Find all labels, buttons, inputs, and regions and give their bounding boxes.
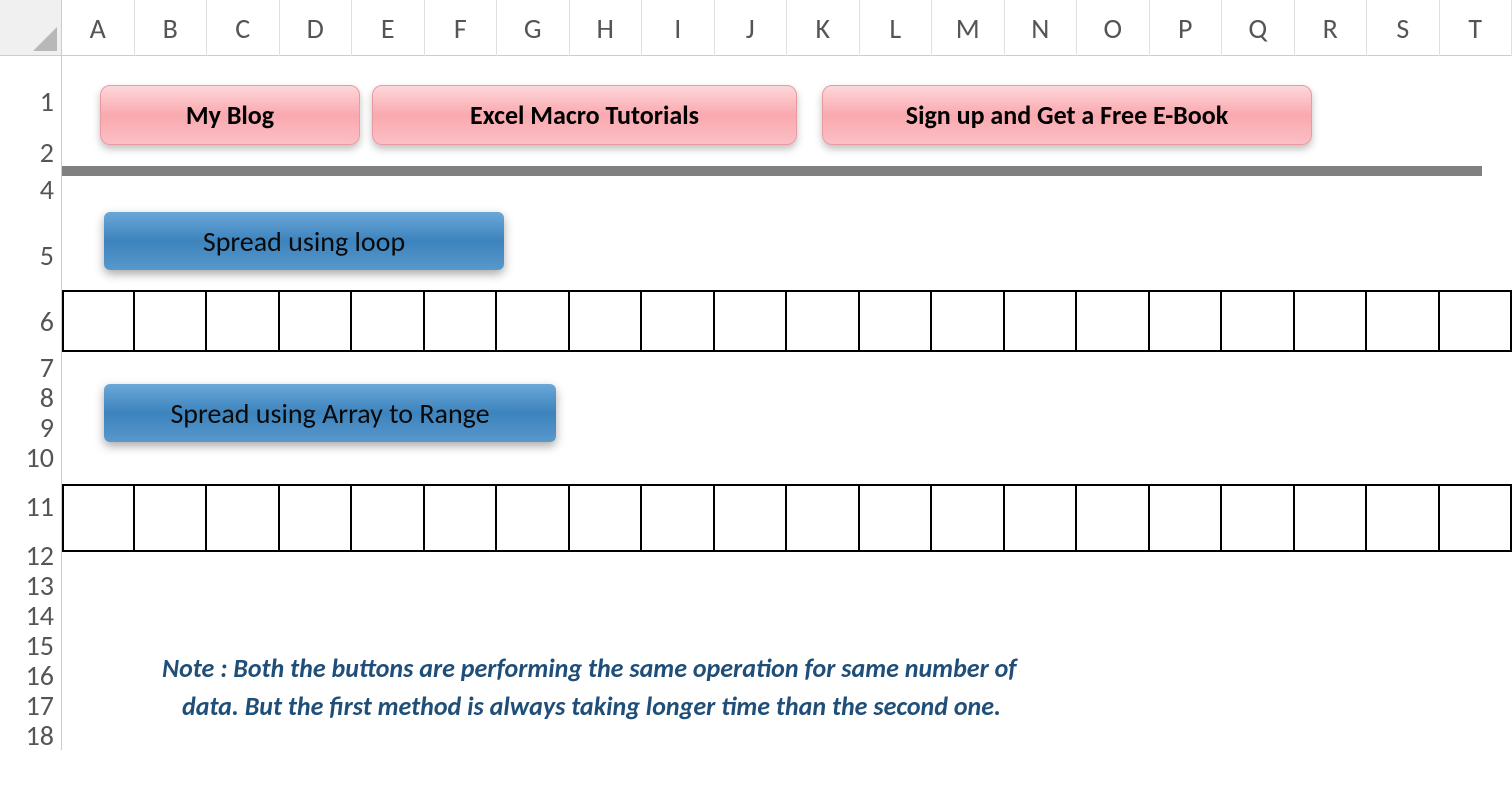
cell[interactable] — [1222, 486, 1295, 550]
column-header-k[interactable]: K — [787, 0, 860, 56]
cell[interactable] — [425, 486, 498, 550]
excel-macro-tutorials-button[interactable]: Excel Macro Tutorials — [372, 85, 797, 145]
cell[interactable] — [135, 486, 208, 550]
column-header-r[interactable]: R — [1295, 0, 1368, 56]
column-headers: ABCDEFGHIJKLMNOPQRST — [62, 0, 1512, 56]
note-line-2: data. But the first method is always tak… — [182, 690, 1001, 722]
row-header-17[interactable]: 17 — [0, 690, 62, 720]
cell[interactable] — [1150, 292, 1223, 350]
cell[interactable] — [787, 486, 860, 550]
row-header-11[interactable]: 11 — [0, 472, 62, 540]
cell[interactable] — [570, 292, 643, 350]
column-header-b[interactable]: B — [135, 0, 208, 56]
cell[interactable] — [352, 292, 425, 350]
row-header-2[interactable]: 2 — [0, 146, 62, 158]
row-header-18[interactable]: 18 — [0, 720, 62, 750]
cell[interactable] — [715, 292, 788, 350]
divider-bar — [62, 166, 1482, 176]
row-header-8[interactable]: 8 — [0, 382, 62, 412]
loop-output-row — [62, 290, 1512, 352]
column-header-n[interactable]: N — [1005, 0, 1078, 56]
row-header-1[interactable]: 1 — [0, 56, 62, 146]
cell[interactable] — [787, 292, 860, 350]
column-header-c[interactable]: C — [207, 0, 280, 56]
array-output-row — [62, 484, 1512, 552]
cell[interactable] — [1005, 486, 1078, 550]
column-header-p[interactable]: P — [1150, 0, 1223, 56]
cell[interactable] — [570, 486, 643, 550]
cell[interactable] — [135, 292, 208, 350]
cell[interactable] — [352, 486, 425, 550]
column-header-e[interactable]: E — [352, 0, 425, 56]
cell[interactable] — [642, 292, 715, 350]
row-header-16[interactable]: 16 — [0, 660, 62, 690]
row-header-5[interactable]: 5 — [0, 220, 62, 290]
cell[interactable] — [1295, 486, 1368, 550]
column-header-f[interactable]: F — [425, 0, 498, 56]
column-header-o[interactable]: O — [1077, 0, 1150, 56]
cell[interactable] — [497, 292, 570, 350]
cell[interactable] — [1367, 486, 1440, 550]
column-header-q[interactable]: Q — [1222, 0, 1295, 56]
row-header-7[interactable]: 7 — [0, 352, 62, 382]
spread-loop-button[interactable]: Spread using loop — [104, 212, 504, 270]
cell[interactable] — [932, 292, 1005, 350]
row-header-13[interactable]: 13 — [0, 570, 62, 600]
column-header-l[interactable]: L — [860, 0, 933, 56]
cell[interactable] — [497, 486, 570, 550]
column-header-t[interactable]: T — [1440, 0, 1512, 56]
row-header-12[interactable]: 12 — [0, 540, 62, 570]
row-header-15[interactable]: 15 — [0, 630, 62, 660]
cell[interactable] — [425, 292, 498, 350]
cell[interactable] — [207, 292, 280, 350]
cell[interactable] — [932, 486, 1005, 550]
cell[interactable] — [280, 292, 353, 350]
cell[interactable] — [1295, 292, 1368, 350]
column-header-m[interactable]: M — [932, 0, 1005, 56]
column-header-g[interactable]: G — [497, 0, 570, 56]
cell[interactable] — [715, 486, 788, 550]
row-header-14[interactable]: 14 — [0, 600, 62, 630]
cell[interactable] — [1005, 292, 1078, 350]
spreadsheet-grid[interactable]: My Blog Excel Macro Tutorials Sign up an… — [62, 56, 1512, 792]
cell[interactable] — [280, 486, 353, 550]
cell[interactable] — [62, 292, 135, 350]
cell[interactable] — [207, 486, 280, 550]
column-header-a[interactable]: A — [62, 0, 135, 56]
row-header-6[interactable]: 6 — [0, 290, 62, 352]
cell[interactable] — [1367, 292, 1440, 350]
cell[interactable] — [62, 486, 135, 550]
cell[interactable] — [1440, 292, 1512, 350]
column-header-h[interactable]: H — [570, 0, 643, 56]
note-line-1: Note : Both the buttons are performing t… — [162, 652, 1017, 684]
cell[interactable] — [642, 486, 715, 550]
cell[interactable] — [860, 292, 933, 350]
signup-ebook-button[interactable]: Sign up and Get a Free E-Book — [822, 85, 1312, 145]
column-header-d[interactable]: D — [280, 0, 353, 56]
cell[interactable] — [1077, 486, 1150, 550]
my-blog-button[interactable]: My Blog — [100, 85, 360, 145]
cell[interactable] — [1077, 292, 1150, 350]
row-header-9[interactable]: 9 — [0, 412, 62, 442]
column-header-j[interactable]: J — [715, 0, 788, 56]
spread-array-button[interactable]: Spread using Array to Range — [104, 384, 556, 442]
cell[interactable] — [1222, 292, 1295, 350]
cell[interactable] — [860, 486, 933, 550]
column-header-s[interactable]: S — [1367, 0, 1440, 56]
cell[interactable] — [1440, 486, 1512, 550]
column-header-i[interactable]: I — [642, 0, 715, 56]
select-all-corner[interactable] — [0, 0, 62, 56]
cell[interactable] — [1150, 486, 1223, 550]
row-header-10[interactable]: 10 — [0, 442, 62, 472]
row-headers: 12456789101112131415161718 — [0, 56, 62, 750]
